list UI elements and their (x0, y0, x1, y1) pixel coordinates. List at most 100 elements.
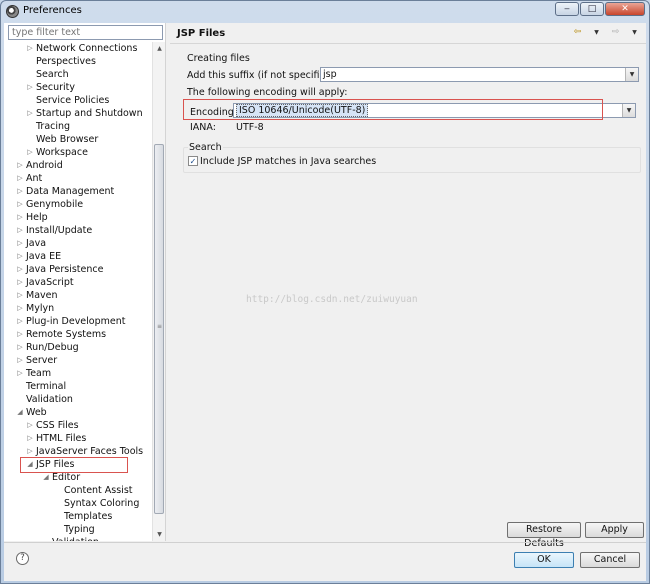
tree-collapsed-icon[interactable]: ▷ (26, 81, 34, 94)
scroll-thumb[interactable]: ≡ (154, 144, 164, 514)
tree-item[interactable]: ▷ Ant (4, 172, 151, 185)
tree-item[interactable]: ◢ Web (4, 406, 151, 419)
tree-scrollbar[interactable]: ▲ ≡ ▼ (152, 42, 165, 541)
minimize-button[interactable]: ‒ (555, 2, 579, 16)
tree-collapsed-icon[interactable]: ▷ (16, 315, 24, 328)
tree-item[interactable]: Service Policies (4, 94, 151, 107)
history-dropdown-icon[interactable]: ▼ (591, 27, 602, 38)
tree-item[interactable]: ▷ Remote Systems (4, 328, 151, 341)
tree-item-label: Data Management (26, 186, 115, 197)
tree-collapsed-icon[interactable]: ▷ (16, 276, 24, 289)
restore-defaults-button[interactable]: Restore Defaults (507, 522, 581, 549)
view-menu-icon[interactable]: ▼ (629, 27, 640, 38)
tree-item[interactable]: ▷ Java EE (4, 250, 151, 263)
tree-item-label: Service Policies (36, 95, 110, 106)
tree-collapsed-icon[interactable]: ▷ (16, 198, 24, 211)
tree-item[interactable]: Tracing (4, 120, 151, 133)
window-title: Preferences (23, 5, 82, 16)
tree-item[interactable]: Perspectives (4, 55, 151, 68)
search-heading: Search (188, 142, 223, 153)
tree-collapsed-icon[interactable]: ▷ (16, 159, 24, 172)
cancel-button[interactable]: Cancel (580, 552, 640, 568)
tree-collapsed-icon[interactable]: ▷ (16, 250, 24, 263)
tree-item[interactable]: ▷ Mylyn (4, 302, 151, 315)
ok-button[interactable]: OK (514, 552, 574, 568)
tree-item-label: Remote Systems (26, 329, 107, 340)
tree-item[interactable]: ▷ Workspace (4, 146, 151, 159)
apply-button[interactable]: Apply (585, 522, 644, 538)
include-jsp-checkbox[interactable]: ✓ (188, 156, 198, 166)
tree-item[interactable]: Templates (4, 510, 151, 523)
maximize-button[interactable]: □ (580, 2, 604, 16)
tree-item[interactable]: ▷ JavaScript (4, 276, 151, 289)
tree-item[interactable]: ▷ Help (4, 211, 151, 224)
tree-collapsed-icon[interactable]: ▷ (16, 224, 24, 237)
tree-collapsed-icon[interactable]: ▷ (26, 432, 34, 445)
tree-item[interactable]: ▷ Java (4, 237, 151, 250)
tree-collapsed-icon[interactable]: ▷ (16, 263, 24, 276)
tree-expanded-icon[interactable]: ◢ (16, 406, 24, 419)
tree-item[interactable]: ▷ Java Persistence (4, 263, 151, 276)
preference-page: JSP Files ⇦ ▼ ⇨ ▼ Creating files Add thi… (170, 23, 646, 549)
bottom-separator (4, 542, 646, 543)
tree-collapsed-icon[interactable]: ▷ (16, 341, 24, 354)
tree-item[interactable]: ▷ Plug-in Development (4, 315, 151, 328)
tree-collapsed-icon[interactable]: ▷ (26, 107, 34, 120)
suffix-value: jsp (323, 69, 337, 80)
tree-item[interactable]: Search (4, 68, 151, 81)
tree-item[interactable]: Syntax Coloring (4, 497, 151, 510)
tree-item-label: Web (26, 407, 47, 418)
scroll-down-arrow-icon[interactable]: ▼ (153, 528, 166, 541)
tree-item[interactable]: ▷ Security (4, 81, 151, 94)
chevron-down-icon[interactable]: ▼ (625, 68, 638, 81)
tree-item[interactable]: Validation (4, 536, 151, 541)
tree-item[interactable]: Terminal (4, 380, 151, 393)
close-button[interactable]: ✕ (605, 2, 645, 16)
title-bar[interactable]: Preferences ‒ □ ✕ (1, 1, 649, 23)
include-jsp-label[interactable]: Include JSP matches in Java searches (200, 156, 376, 167)
scroll-up-arrow-icon[interactable]: ▲ (153, 42, 166, 55)
forward-arrow-icon[interactable]: ⇨ (610, 27, 621, 38)
tree-item-label: HTML Files (36, 433, 87, 444)
tree-item-label: Plug-in Development (26, 316, 126, 327)
tree-collapsed-icon[interactable]: ▷ (16, 302, 24, 315)
help-icon[interactable]: ? (16, 552, 29, 565)
tree-collapsed-icon[interactable]: ▷ (26, 146, 34, 159)
tree-item-label: Mylyn (26, 303, 55, 314)
creating-files-heading: Creating files (187, 53, 250, 64)
tree-item[interactable]: ▷ Team (4, 367, 151, 380)
tree-collapsed-icon[interactable]: ▷ (16, 237, 24, 250)
tree-item-label: Startup and Shutdown (36, 108, 143, 119)
tree-item[interactable]: ▷ Run/Debug (4, 341, 151, 354)
tree-item[interactable]: ▷ Maven (4, 289, 151, 302)
suffix-combo[interactable]: jsp ▼ (320, 67, 639, 82)
tree-item-label: Java Persistence (26, 264, 104, 275)
tree-collapsed-icon[interactable]: ▷ (16, 211, 24, 224)
tree-item[interactable]: Web Browser (4, 133, 151, 146)
tree-collapsed-icon[interactable]: ▷ (16, 367, 24, 380)
tree-item[interactable]: ▷ CSS Files (4, 419, 151, 432)
tree-item[interactable]: ▷ Genymobile (4, 198, 151, 211)
tree-collapsed-icon[interactable]: ▷ (26, 42, 34, 55)
tree-item-label: Maven (26, 290, 58, 301)
back-arrow-icon[interactable]: ⇦ (572, 27, 583, 38)
tree-item[interactable]: ▷ Android (4, 159, 151, 172)
tree-item[interactable]: ▷ Startup and Shutdown (4, 107, 151, 120)
tree-item[interactable]: ▷ HTML Files (4, 432, 151, 445)
tree-collapsed-icon[interactable]: ▷ (16, 328, 24, 341)
tree-item[interactable]: ▷ Install/Update (4, 224, 151, 237)
tree-collapsed-icon[interactable]: ▷ (16, 172, 24, 185)
tree-collapsed-icon[interactable]: ▷ (16, 185, 24, 198)
page-title: JSP Files (177, 28, 226, 39)
tree-collapsed-icon[interactable]: ▷ (26, 419, 34, 432)
chevron-down-icon[interactable]: ▼ (622, 104, 635, 117)
tree-collapsed-icon[interactable]: ▷ (16, 354, 24, 367)
tree-item[interactable]: ▷ Data Management (4, 185, 151, 198)
tree-item[interactable]: ▷ Server (4, 354, 151, 367)
tree-item[interactable]: Typing (4, 523, 151, 536)
tree-item[interactable]: Validation (4, 393, 151, 406)
tree-item[interactable]: ▷ Network Connections (4, 42, 151, 55)
filter-input[interactable] (8, 25, 163, 40)
tree-item[interactable]: Content Assist (4, 484, 151, 497)
tree-collapsed-icon[interactable]: ▷ (16, 289, 24, 302)
